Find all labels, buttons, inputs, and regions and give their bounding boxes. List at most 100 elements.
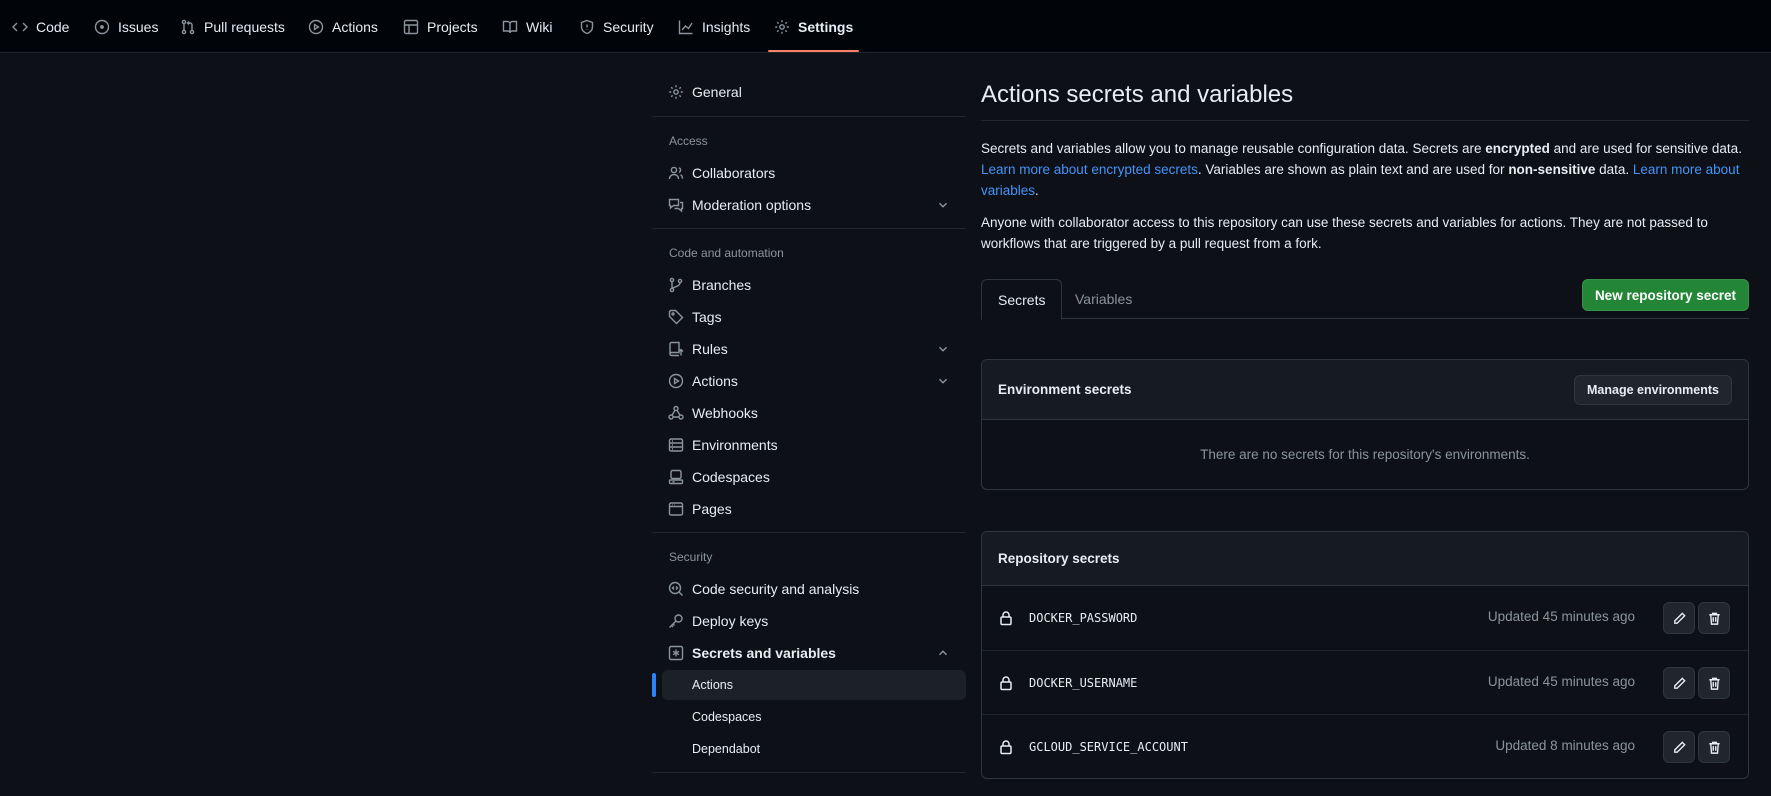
edit-secret-button[interactable] (1663, 602, 1695, 634)
description-secrets: Secrets and variables allow you to manag… (981, 138, 1749, 201)
sidebar-item-webhooks[interactable]: Webhooks (652, 398, 966, 428)
sidebar-divider (652, 228, 966, 229)
sidebar-heading-security: Security (669, 550, 713, 564)
delete-secret-button[interactable] (1698, 731, 1730, 763)
sidebar-divider (652, 772, 966, 773)
sidebar-heading-access: Access (669, 134, 708, 148)
table-row: GCLOUD_SERVICE_ACCOUNT Updated 8 minutes… (982, 714, 1748, 778)
sidebar-item-rules[interactable]: Rules (652, 334, 966, 364)
repository-secrets-title: Repository secrets (998, 551, 1120, 566)
sidebar-item-codespaces[interactable]: Codespaces (652, 462, 966, 492)
key-icon (669, 614, 683, 628)
edit-secret-button[interactable] (1663, 731, 1695, 763)
delete-secret-button[interactable] (1698, 667, 1730, 699)
tab-projects[interactable]: Projects (395, 0, 486, 53)
trash-icon (1708, 612, 1720, 625)
title-divider (981, 120, 1749, 121)
sidebar-item-general[interactable]: General (652, 77, 966, 107)
tab-variables[interactable]: Variables (1059, 279, 1148, 319)
tab-pull-requests-label: Pull requests (204, 18, 285, 35)
description-collaborators: Anyone with collaborator access to this … (981, 215, 1708, 251)
table-row: DOCKER_PASSWORD Updated 45 minutes ago (982, 586, 1748, 650)
new-repository-secret-button[interactable]: New repository secret (1581, 279, 1749, 311)
sidebar-item-tags[interactable]: Tags (652, 302, 966, 332)
tab-security[interactable]: Security (571, 0, 662, 53)
server-icon (668, 438, 684, 452)
edit-secret-button[interactable] (1663, 667, 1695, 699)
sidebar-item-label: Environments (692, 437, 778, 453)
sidebar-item-label: Collaborators (692, 165, 776, 181)
secret-name: DOCKER_PASSWORD (1029, 611, 1138, 625)
key-asterisk-icon (668, 645, 684, 661)
sidebar-item-branches[interactable]: Branches (652, 270, 966, 300)
tab-wiki[interactable]: Wiki (494, 0, 560, 53)
repository-secrets-header: Repository secrets (982, 532, 1748, 586)
trash-icon (1708, 741, 1720, 754)
table-icon (403, 19, 419, 34)
chevron-down-icon (939, 346, 947, 352)
delete-secret-button[interactable] (1698, 602, 1730, 634)
comment-discussion-icon (668, 198, 684, 213)
lock-icon (1000, 675, 1012, 690)
sidebar-item-moderation[interactable]: Moderation options (652, 190, 966, 220)
repository-secrets-list: DOCKER_PASSWORD Updated 45 minutes ago D… (982, 586, 1748, 778)
tab-issues[interactable]: Issues (86, 0, 166, 53)
tab-settings-label: Settings (798, 18, 854, 35)
tab-actions[interactable]: Actions (300, 0, 386, 53)
sidebar-heading-code-automation: Code and automation (669, 246, 784, 260)
sidebar-subitem-actions[interactable]: Actions (662, 670, 966, 700)
page-title: Actions secrets and variables (981, 81, 1294, 108)
sidebar-divider (652, 116, 966, 117)
secret-updated: Updated 45 minutes ago (1487, 609, 1635, 624)
sidebar-subitem-codespaces[interactable]: Codespaces (662, 702, 966, 732)
sidebar-item-label: Webhooks (692, 405, 758, 421)
sidebar-item-label: Secrets and variables (692, 645, 836, 661)
sidebar-item-deploy-keys[interactable]: Deploy keys (652, 606, 966, 636)
shield-icon (580, 19, 594, 34)
learn-more-secrets-link[interactable]: Learn more about encrypted secrets (981, 162, 1198, 177)
tab-insights-label: Insights (702, 18, 751, 35)
table-row: DOCKER_USERNAME Updated 45 minutes ago (982, 650, 1748, 714)
sidebar-subitem-dependabot[interactable]: Dependabot (662, 734, 966, 764)
environment-secrets-empty: There are no secrets for this repository… (1200, 447, 1530, 462)
issue-opened-icon (94, 19, 110, 34)
graph-icon (678, 20, 693, 34)
lock-icon (1000, 611, 1012, 626)
secret-name: DOCKER_USERNAME (1029, 675, 1138, 690)
sidebar-item-secrets[interactable]: Secrets and variables (652, 638, 966, 668)
chevron-down-icon (939, 202, 947, 208)
tab-wiki-label: Wiki (526, 18, 553, 35)
sidebar-subitem-label: Actions (692, 678, 733, 692)
sidebar-item-environments[interactable]: Environments (652, 430, 966, 460)
tab-pull-requests[interactable]: Pull requests (172, 0, 293, 53)
repo-push-icon (669, 341, 684, 357)
sidebar-item-label: Actions (692, 373, 738, 389)
sidebar-item-label: Codespaces (692, 469, 770, 485)
tab-security-label: Security (603, 18, 654, 35)
lock-icon (1000, 739, 1012, 754)
sidebar-item-actions[interactable]: Actions (652, 366, 966, 396)
tab-insights[interactable]: Insights (670, 0, 758, 53)
browser-icon (668, 502, 684, 516)
tab-actions-label: Actions (332, 18, 378, 35)
manage-environments-button[interactable]: Manage environments (1574, 375, 1732, 405)
git-branch-icon (669, 277, 683, 293)
play-icon (308, 19, 324, 34)
sidebar-item-pages[interactable]: Pages (652, 494, 966, 524)
book-icon (502, 20, 518, 33)
secret-updated: Updated 8 minutes ago (1495, 738, 1635, 753)
tab-settings[interactable]: Settings (766, 0, 861, 53)
tab-secrets[interactable]: Secrets (981, 279, 1063, 320)
tab-issues-label: Issues (118, 18, 159, 35)
gear-icon (775, 19, 789, 34)
sidebar-item-code-security[interactable]: Code security and analysis (652, 574, 966, 604)
repo-nav: Code Issues Pull requests Actions Projec… (0, 0, 1771, 53)
codescan-icon (668, 581, 683, 596)
sidebar-item-label: Pages (692, 501, 732, 517)
sidebar-item-collaborators[interactable]: Collaborators (652, 158, 966, 188)
tab-code[interactable]: Code (4, 0, 77, 53)
sidebar-item-label: Code security and analysis (692, 581, 860, 597)
play-icon (668, 373, 684, 389)
pencil-icon (1673, 676, 1686, 689)
desc-bold: non-sensitive (1508, 162, 1596, 177)
